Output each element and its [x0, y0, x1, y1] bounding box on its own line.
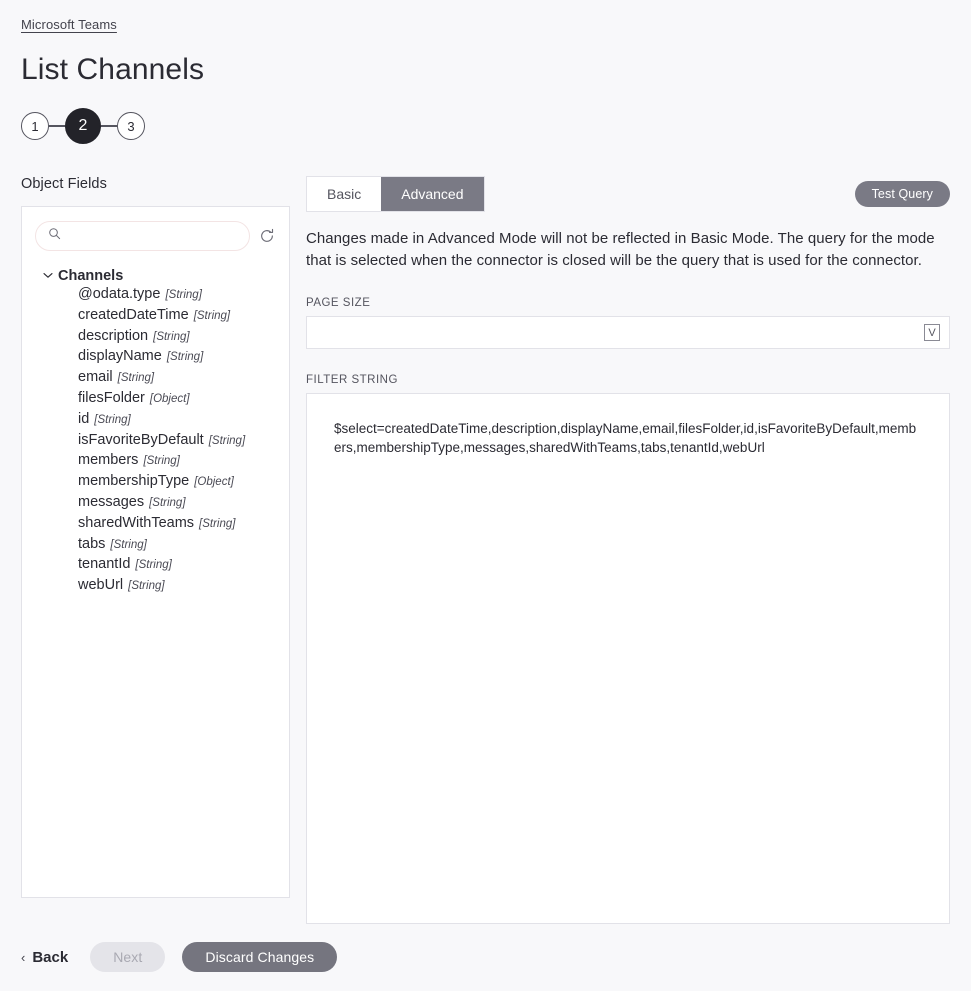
field-item[interactable]: id [String] — [22, 411, 289, 432]
field-item-type: [String] — [166, 351, 204, 364]
object-fields-column: Object Fields Channels @odata.type [Stri… — [21, 176, 290, 898]
field-item-name: tenantId — [78, 556, 131, 573]
query-panel: Basic Advanced Test Query Changes made i… — [306, 176, 950, 924]
field-item-name: membershipType — [78, 473, 190, 490]
field-item-type: [String] — [153, 330, 190, 343]
search-icon — [48, 227, 61, 245]
page-size-input[interactable] — [316, 324, 924, 341]
field-item-name: createdDateTime — [78, 306, 189, 323]
breadcrumb-microsoft-teams[interactable]: Microsoft Teams — [21, 17, 117, 32]
field-item-type: [String] — [117, 372, 155, 385]
field-item-type: [String] — [128, 580, 165, 593]
field-item[interactable]: createdDateTime [String] — [22, 307, 289, 328]
field-item-type: [String] — [94, 413, 131, 426]
field-item-type: [String] — [149, 496, 186, 509]
search-input[interactable] — [68, 228, 237, 244]
field-item[interactable]: email [String] — [22, 369, 289, 390]
field-item-name: @odata.type — [78, 286, 161, 302]
field-item-type: [Object] — [149, 392, 190, 405]
field-item[interactable]: webUrl [String] — [22, 577, 289, 598]
field-item-name: isFavoriteByDefault — [78, 431, 204, 448]
filter-string-input[interactable]: $select=createdDateTime,description,disp… — [334, 419, 923, 879]
field-item-type: [String] — [193, 309, 231, 322]
field-item-name: email — [78, 369, 113, 386]
tab-basic[interactable]: Basic — [307, 177, 382, 211]
tab-advanced[interactable]: Advanced — [381, 177, 484, 211]
back-button-label: Back — [32, 948, 69, 966]
stepper-step-2[interactable]: 2 — [65, 108, 101, 144]
field-item[interactable]: tenantId [String] — [22, 556, 289, 577]
field-item-name: sharedWithTeams — [78, 514, 195, 531]
filter-string-field[interactable]: $select=createdDateTime,description,disp… — [306, 393, 950, 924]
search-box[interactable] — [35, 221, 250, 251]
field-item-name: displayName — [78, 348, 162, 365]
query-tabs-row: Basic Advanced Test Query — [306, 176, 950, 212]
stepper-connector-1 — [49, 125, 65, 127]
stepper-connector-2 — [101, 125, 117, 127]
object-fields-heading: Object Fields — [21, 176, 107, 192]
chevron-down-icon[interactable] — [42, 272, 54, 279]
field-item-type: [String] — [165, 289, 202, 301]
tree-node-label: Channels — [58, 267, 124, 284]
object-fields-panel: Channels @odata.type [String] createdDateT… — [21, 206, 290, 898]
field-item-name: id — [78, 410, 90, 427]
back-button[interactable]: ‹ Back — [21, 949, 73, 966]
page-size-field[interactable]: V — [306, 316, 950, 349]
filter-string-label: FILTER STRING — [306, 374, 398, 386]
field-item-name: filesFolder — [78, 389, 145, 406]
wizard-stepper: 1 2 3 — [21, 108, 145, 144]
object-fields-tree: Channels @odata.type [String] createdDateT… — [22, 251, 289, 598]
field-item[interactable]: members [String] — [22, 452, 289, 473]
field-item-name: messages — [78, 493, 145, 510]
field-item-type: [String] — [143, 455, 180, 468]
page-title: List Channels — [21, 53, 205, 86]
field-item-type: [Object] — [194, 476, 234, 489]
field-item[interactable]: isFavoriteByDefault [String] — [22, 432, 289, 453]
field-item-type: [String] — [135, 559, 172, 572]
object-fields-search-row — [22, 207, 289, 251]
query-mode-tabs: Basic Advanced — [306, 176, 485, 212]
discard-changes-button[interactable]: Discard Changes — [182, 942, 338, 972]
field-item-type: [String] — [208, 434, 246, 447]
field-item[interactable]: tabs [String] — [22, 536, 289, 557]
field-item-name: description — [78, 327, 149, 344]
stepper-step-1[interactable]: 1 — [21, 112, 49, 140]
test-query-button[interactable]: Test Query — [854, 181, 950, 207]
next-button[interactable]: Next — [90, 942, 166, 972]
refresh-icon[interactable] — [258, 227, 276, 245]
chevron-left-icon: ‹ — [21, 949, 26, 965]
field-item[interactable]: membershipType [Object] — [22, 473, 289, 494]
field-item[interactable]: filesFolder [Object] — [22, 390, 289, 411]
field-item-name: webUrl — [78, 577, 124, 594]
field-item[interactable]: displayName [String] — [22, 348, 289, 369]
field-item[interactable]: description [String] — [22, 328, 289, 349]
page-size-label: PAGE SIZE — [306, 297, 371, 309]
field-item-type: [String] — [110, 538, 147, 551]
field-item[interactable]: sharedWithTeams [String] — [22, 515, 289, 536]
field-item[interactable]: messages [String] — [22, 494, 289, 515]
advanced-mode-note: Changes made in Advanced Mode will not b… — [306, 230, 935, 269]
variable-insert-icon[interactable]: V — [924, 324, 940, 341]
field-item-name: tabs — [78, 535, 106, 552]
field-item-name: members — [78, 452, 139, 469]
field-item[interactable]: @odata.type [String] — [22, 286, 289, 307]
wizard-footer: ‹ Back Next Discard Changes — [21, 942, 338, 972]
field-list: @odata.type [String] createdDateTime [Strin… — [22, 286, 289, 598]
stepper-step-3[interactable]: 3 — [117, 112, 145, 140]
field-item-type: [String] — [199, 517, 236, 530]
tree-node-channels[interactable]: Channels — [22, 265, 289, 286]
